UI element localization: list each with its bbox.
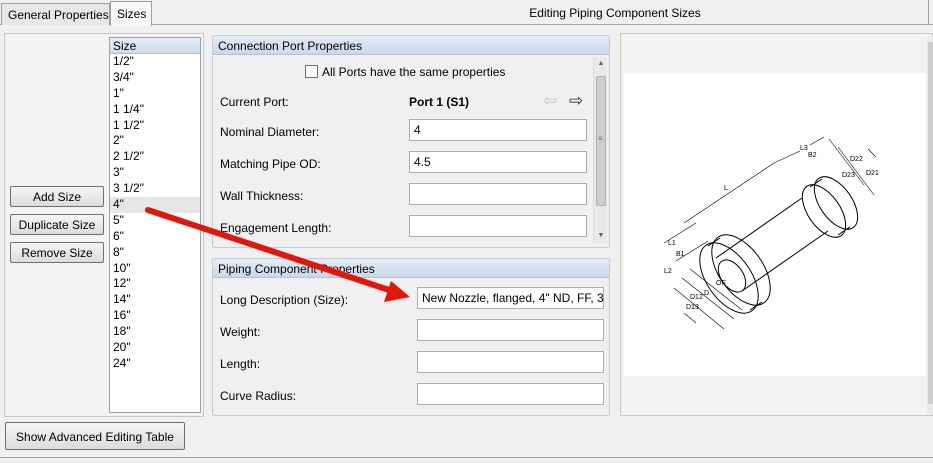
weight-field[interactable] (417, 319, 604, 341)
curve-radius-label: Curve Radius: (220, 389, 297, 403)
dim-label-of: OF (716, 280, 726, 287)
length-label: Length: (220, 357, 261, 371)
tab-general-properties[interactable]: General Properties (1, 3, 110, 25)
engagement-length-field[interactable] (409, 215, 587, 237)
all-ports-same-label: All Ports have the same properties (322, 65, 506, 79)
dim-label-l: L (724, 185, 728, 192)
size-list-item[interactable]: 16" (110, 308, 200, 324)
size-list-item[interactable]: 2 1/2" (110, 149, 200, 165)
window-title: Editing Piping Component Sizes (529, 6, 701, 20)
duplicate-size-button[interactable]: Duplicate Size (10, 214, 104, 235)
size-list-item[interactable]: 20" (110, 340, 200, 356)
scrollbar-thumb[interactable]: ≡ (596, 76, 606, 206)
size-list-item[interactable]: 2" (110, 133, 200, 149)
scroll-up-icon[interactable]: ▲ (594, 57, 608, 71)
size-list-item[interactable]: 4" (110, 197, 200, 213)
matching-pipe-od-field[interactable]: 4.5 (409, 151, 587, 173)
size-list-item[interactable]: 8" (110, 245, 200, 261)
matching-pipe-od-label: Matching Pipe OD: (220, 157, 321, 171)
connection-port-properties-group: Connection Port Properties All Ports hav… (212, 35, 610, 248)
preview-scrollbar-thumb[interactable] (928, 42, 933, 404)
size-list-item[interactable]: 18" (110, 324, 200, 340)
dim-label-l3: L3 (800, 145, 808, 152)
nozzle-drawing: L L3 B2 D22 D23 L1 B1 OF D D12 D13 L2 D2… (624, 73, 926, 376)
nominal-diameter-field[interactable]: 4 (409, 119, 587, 141)
wall-thickness-field[interactable] (409, 183, 587, 205)
current-port-value: Port 1 (S1) (409, 95, 470, 109)
size-list-header: Size (110, 38, 200, 54)
size-list[interactable]: Size 1/2" 3/4" 1" 1 1/4" 1 1/2" 2" 2 1/2" 3" 3 1… (109, 37, 201, 413)
size-list-item[interactable]: 10" (110, 261, 200, 277)
component-preview-panel: L L3 B2 D22 D23 L1 B1 OF D D12 D13 L2 D2… (620, 33, 933, 416)
remove-size-button[interactable]: Remove Size (10, 242, 104, 263)
size-list-item[interactable]: 14" (110, 292, 200, 308)
size-list-item[interactable]: 1 1/2" (110, 118, 200, 134)
size-list-item[interactable]: 3/4" (110, 70, 200, 86)
dim-label-l2: L2 (664, 268, 672, 275)
long-description-field[interactable]: New Nozzle, flanged, 4" ND, FF, 30 (417, 287, 604, 309)
previous-port-icon[interactable]: ⇦ (543, 92, 557, 109)
dim-label-d13: D13 (686, 304, 699, 311)
wall-thickness-label: Wall Thickness: (220, 189, 304, 203)
dim-label-d23: D23 (842, 172, 855, 179)
curve-radius-field[interactable] (417, 383, 604, 405)
size-list-item[interactable]: 1" (110, 86, 200, 102)
show-advanced-editing-table-button[interactable]: Show Advanced Editing Table (5, 422, 185, 450)
size-list-item[interactable]: 3 1/2" (110, 181, 200, 197)
size-list-items: 1/2" 3/4" 1" 1 1/4" 1 1/2" 2" 2 1/2" 3" 3 1/2" 4"… (110, 54, 200, 372)
tab-bar: General Properties Sizes Editing Piping … (0, 0, 933, 26)
dim-label-d12: D12 (690, 294, 703, 301)
dim-label-d22: D22 (850, 156, 863, 163)
nominal-diameter-label: Nominal Diameter: (220, 125, 320, 139)
connection-port-properties-title: Connection Port Properties (213, 36, 609, 55)
size-list-item[interactable]: 6" (110, 229, 200, 245)
dim-label-d: D (704, 290, 709, 297)
length-field[interactable] (417, 351, 604, 373)
weight-label: Weight: (220, 325, 261, 339)
piping-component-properties-title: Piping Component Properties (213, 259, 609, 278)
tab-sizes[interactable]: Sizes (110, 1, 152, 26)
piping-component-properties-group: Piping Component Properties Long Descrip… (212, 258, 610, 416)
current-port-label: Current Port: (220, 95, 289, 109)
dim-label-l1: L1 (668, 240, 676, 247)
add-size-button[interactable]: Add Size (10, 186, 104, 207)
bottom-divider (0, 457, 933, 458)
tabbar-edge (928, 0, 933, 25)
size-list-item[interactable]: 1/2" (110, 54, 200, 70)
size-list-item[interactable]: 1 1/4" (110, 102, 200, 118)
size-list-item[interactable]: 5" (110, 213, 200, 229)
size-list-item[interactable]: 24" (110, 356, 200, 372)
long-description-label: Long Description (Size): (220, 293, 349, 307)
grip-icon: ≡ (598, 134, 603, 143)
dim-label-b1: B1 (676, 251, 685, 258)
dim-label-b2: B2 (808, 152, 817, 159)
engagement-length-label: Engagement Length: (220, 221, 332, 235)
all-ports-same-checkbox[interactable] (305, 65, 318, 78)
next-port-icon[interactable]: ⇨ (569, 92, 583, 109)
connection-port-scrollbar[interactable]: ▲ ≡ ▼ (593, 57, 607, 243)
size-list-item[interactable]: 12" (110, 276, 200, 292)
size-list-item[interactable]: 3" (110, 165, 200, 181)
scroll-down-icon[interactable]: ▼ (594, 229, 608, 243)
dim-label-d21: D21 (866, 170, 879, 177)
preview-scrollbar[interactable] (927, 36, 933, 414)
sizes-panel: Add Size Duplicate Size Remove Size Size… (4, 33, 204, 417)
